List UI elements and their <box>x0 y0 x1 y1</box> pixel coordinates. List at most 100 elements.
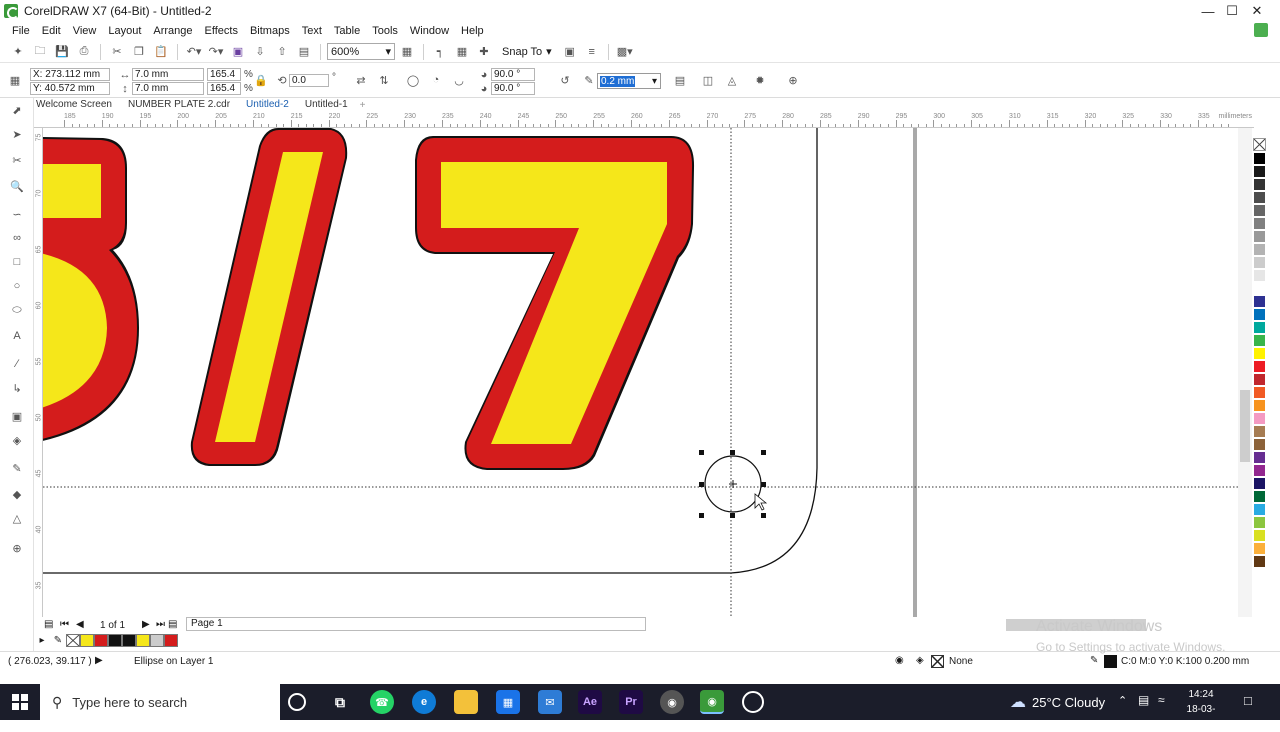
palette-color-swatch[interactable] <box>1253 490 1266 503</box>
menu-help[interactable]: Help <box>455 22 490 41</box>
to-back-icon[interactable]: ◬ <box>725 73 739 87</box>
coreldraw-taskbar-icon[interactable]: ◉ <box>700 690 724 714</box>
page-options-icon[interactable]: ▤ <box>44 619 53 630</box>
mirror-horizontal-icon[interactable]: ⇄ <box>354 73 368 87</box>
rectangle-tool-icon[interactable]: □ <box>9 254 25 270</box>
y-position-field[interactable]: Y: 40.572 mm <box>30 82 110 95</box>
save-icon[interactable]: 💾 <box>52 43 72 61</box>
interactive-fill-icon[interactable]: ◆ <box>9 486 25 502</box>
freehand-tool-icon[interactable]: ∽ <box>9 206 25 222</box>
network-icon[interactable]: ▤ <box>1138 693 1149 707</box>
cortana-icon[interactable] <box>288 693 306 711</box>
document-color-swatch[interactable] <box>122 634 136 647</box>
show-guidelines-icon[interactable]: ✚ <box>474 43 494 61</box>
first-page-icon[interactable]: ⏮ <box>60 619 69 630</box>
no-color-swatch[interactable] <box>1253 138 1266 151</box>
to-front-icon[interactable]: ◫ <box>701 73 715 87</box>
no-color-swatch[interactable] <box>66 634 80 647</box>
palette-color-swatch[interactable] <box>1253 321 1266 334</box>
shape-tool-icon[interactable]: ➤ <box>9 126 25 142</box>
palette-color-swatch[interactable] <box>1253 282 1266 295</box>
print-icon[interactable]: ⎙ <box>74 43 94 61</box>
taskbar-search-box[interactable]: ⚲ Type here to search <box>40 684 280 720</box>
tab-number-plate[interactable]: NUMBER PLATE 2.cdr <box>120 98 238 112</box>
task-view-icon[interactable]: ⧉ <box>328 690 352 714</box>
menu-text[interactable]: Text <box>296 22 328 41</box>
import-icon[interactable]: ⇩ <box>250 43 270 61</box>
notifications-icon[interactable]: □ <box>1244 693 1252 708</box>
menu-window[interactable]: Window <box>404 22 455 41</box>
menu-layout[interactable]: Layout <box>102 22 147 41</box>
menu-table[interactable]: Table <box>328 22 366 41</box>
digit-seven-shape[interactable] <box>415 136 695 470</box>
vertical-scrollbar[interactable] <box>1238 128 1252 617</box>
windows-start-icon[interactable] <box>0 684 40 720</box>
palette-color-swatch[interactable] <box>1253 230 1266 243</box>
palette-color-swatch[interactable] <box>1253 451 1266 464</box>
obs-icon[interactable]: ◉ <box>660 690 684 714</box>
chevron-up-icon[interactable]: ⌃ <box>1118 694 1127 707</box>
text-tool-icon[interactable]: A <box>9 328 25 344</box>
document-color-swatch[interactable] <box>80 634 94 647</box>
fill-settings-icon[interactable]: ◉ <box>895 655 904 666</box>
start-angle-field[interactable]: 90.0 ° <box>491 68 535 81</box>
palette-color-swatch[interactable] <box>1253 555 1266 568</box>
palette-color-swatch[interactable] <box>1253 334 1266 347</box>
artistic-media-icon[interactable]: ∞ <box>9 230 25 246</box>
smart-fill-icon[interactable]: △ <box>9 510 25 526</box>
polygon-tool-icon[interactable]: ⬭ <box>9 302 25 318</box>
next-page-icon[interactable]: ▶ <box>142 619 150 630</box>
application-launcher-icon[interactable]: ▩▾ <box>615 43 635 61</box>
recording-app-icon[interactable] <box>742 691 764 713</box>
palette-color-swatch[interactable] <box>1253 191 1266 204</box>
undo-icon[interactable]: ↶▾ <box>184 43 204 61</box>
tab-untitled-1[interactable]: Untitled-1 <box>297 98 356 112</box>
eyedropper-icon[interactable]: ✎ <box>9 460 25 476</box>
new-document-icon[interactable]: ✦ <box>8 43 28 61</box>
vertical-ruler[interactable]: 75 70 65 60 55 50 45 40 35 <box>34 128 43 617</box>
palette-color-swatch[interactable] <box>1253 217 1266 230</box>
connector-tool-icon[interactable]: ↳ <box>9 380 25 396</box>
palette-color-swatch[interactable] <box>1253 347 1266 360</box>
document-color-swatch[interactable] <box>94 634 108 647</box>
snap-to-dropdown[interactable]: Snap To ▾ <box>496 45 558 59</box>
wrap-text-icon[interactable]: ▤ <box>673 73 687 87</box>
add-page-icon[interactable]: ▤ <box>168 619 177 630</box>
palette-color-swatch[interactable] <box>1253 295 1266 308</box>
palette-color-swatch[interactable] <box>1253 360 1266 373</box>
palette-color-swatch[interactable] <box>1253 256 1266 269</box>
weather-widget[interactable]: ☁ 25°C Cloudy <box>1010 684 1105 720</box>
palette-color-swatch[interactable] <box>1253 477 1266 490</box>
palette-color-swatch[interactable] <box>1253 178 1266 191</box>
palette-color-swatch[interactable] <box>1253 373 1266 386</box>
scale-height-field[interactable]: 165.4 <box>207 82 241 95</box>
add-tool-icon[interactable]: ⊕ <box>9 540 25 556</box>
show-rulers-icon[interactable]: ┑ <box>430 43 450 61</box>
clock[interactable]: 14:24 18-03-2023 <box>1176 687 1226 732</box>
object-height-field[interactable]: 7.0 mm <box>132 82 204 95</box>
show-grid-icon[interactable]: ▦ <box>452 43 472 61</box>
eyedropper-icon[interactable]: ✎ <box>50 635 66 646</box>
edge-icon[interactable]: e <box>412 690 436 714</box>
palette-color-swatch[interactable] <box>1253 542 1266 555</box>
palette-color-swatch[interactable] <box>1253 412 1266 425</box>
whatsapp-icon[interactable]: ☎ <box>370 690 394 714</box>
scale-width-field[interactable]: 165.4 <box>207 68 241 81</box>
menu-bitmaps[interactable]: Bitmaps <box>244 22 296 41</box>
palette-color-swatch[interactable] <box>1253 425 1266 438</box>
corel-connect-icon[interactable] <box>1254 23 1268 37</box>
digit-one-shape[interactable] <box>190 128 348 466</box>
digit-three-shape[interactable] <box>43 136 139 443</box>
tab-welcome-screen[interactable]: Welcome Screen <box>28 98 120 112</box>
horizontal-ruler[interactable]: 185 190 195 200 205 210 215 220 225 230 235 240 245 2… <box>34 112 1254 128</box>
document-color-swatch[interactable] <box>136 634 150 647</box>
after-effects-icon[interactable]: Ae <box>578 690 602 714</box>
ellipse-mode-icon[interactable]: ◯ <box>406 73 420 87</box>
ellipse-tool-icon[interactable]: ○ <box>9 278 25 294</box>
premiere-pro-icon[interactable]: Pr <box>619 690 643 714</box>
full-screen-preview-icon[interactable]: ▦ <box>397 43 417 61</box>
zoom-level-select[interactable]: 600% ▾ <box>327 43 395 60</box>
search-content-icon[interactable]: ▣ <box>228 43 248 61</box>
microsoft-store-icon[interactable]: ▦ <box>496 690 520 714</box>
menu-edit[interactable]: Edit <box>36 22 67 41</box>
